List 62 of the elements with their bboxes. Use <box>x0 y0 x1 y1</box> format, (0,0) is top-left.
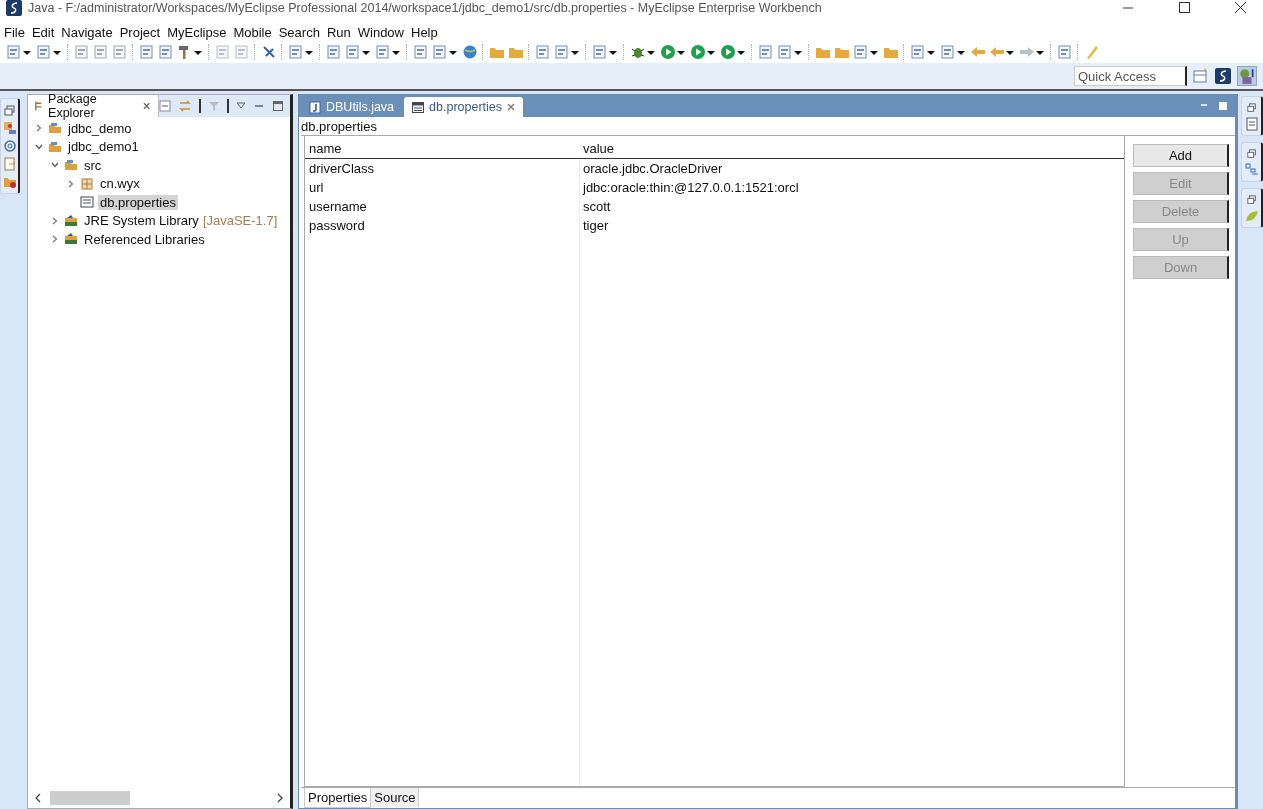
link-editor-icon[interactable] <box>178 99 192 113</box>
editor-title: db.properties <box>301 119 378 135</box>
tree-item[interactable]: src <box>82 157 104 173</box>
globe-icon[interactable] <box>462 44 478 60</box>
menu-item[interactable]: Project <box>117 24 166 40</box>
tree-item[interactable]: jdbc_demo1 <box>66 139 141 155</box>
folder-icon[interactable] <box>2 175 17 189</box>
view-menu-icon[interactable] <box>236 101 246 111</box>
restore-icon[interactable] <box>1246 195 1257 205</box>
tree-item[interactable]: cn.wyx <box>98 176 142 192</box>
table-file-icon <box>412 101 425 113</box>
table-cell-text: tiger <box>582 218 609 233</box>
table-cell-text: scott <box>582 199 611 214</box>
editor-page-tab[interactable]: Source <box>371 788 420 807</box>
myeclipse-perspective-icon[interactable] <box>1215 68 1231 84</box>
editor-page-tab[interactable]: Properties <box>304 788 372 808</box>
table-cell-text: username <box>308 199 368 214</box>
folder-icon <box>48 140 62 153</box>
menu-item[interactable]: Mobile <box>231 24 277 40</box>
menu-item[interactable]: Search <box>276 24 325 40</box>
tree-item[interactable]: Referenced Libraries <box>82 231 207 247</box>
brush-icon[interactable] <box>1084 44 1100 60</box>
books-icon <box>64 214 78 227</box>
folder-icon <box>64 159 78 172</box>
arrow-left-icon[interactable] <box>970 44 986 60</box>
menu-item[interactable]: Navigate <box>59 24 118 40</box>
file-icon <box>80 196 94 209</box>
quick-access-field[interactable]: Quick Access <box>1074 66 1187 86</box>
menu-item[interactable]: File <box>2 24 30 40</box>
menu-item[interactable]: Help <box>409 24 443 40</box>
restore-icon[interactable] <box>1246 149 1257 159</box>
table-cell-text: oracle.jdbc.OracleDriver <box>582 161 723 176</box>
table-cell-text: driverClass <box>308 161 375 176</box>
folder-icon <box>48 122 62 135</box>
books-icon <box>64 233 78 246</box>
action-button[interactable]: Add <box>1133 144 1229 167</box>
menu-item[interactable]: Run <box>324 24 356 40</box>
menu-item[interactable]: Window <box>355 24 409 40</box>
menu-item[interactable]: MyEclipse <box>165 24 232 40</box>
column-header[interactable]: value <box>579 140 615 156</box>
restore-icon[interactable] <box>3 105 16 117</box>
collapse-all-icon[interactable] <box>159 100 171 112</box>
column-header[interactable]: name <box>305 140 579 156</box>
table-cell-text: password <box>308 218 366 233</box>
tree-item[interactable]: db.properties <box>98 194 178 210</box>
window-title: Java - F:/administrator/Workspaces/MyEclipse Professional 2014/workspace1/jdbc_demo1/src/db.properties - MyEclipse Enterprise Workbench <box>28 0 822 15</box>
editor-tab[interactable]: db.properties <box>404 97 524 117</box>
view-tab[interactable]: Package Explorer <box>48 92 138 120</box>
close-icon[interactable] <box>142 102 150 110</box>
scrollbar-thumb[interactable] <box>50 791 130 805</box>
open-perspective-icon[interactable] <box>1193 68 1209 84</box>
tree-item[interactable]: jdbc_demo <box>66 120 134 136</box>
document-icon[interactable] <box>2 157 17 171</box>
outline-icon[interactable] <box>1244 163 1259 177</box>
table-cell-text: jdbc:oracle:thin:@127.0.0.1:1521:orcl <box>581 180 799 195</box>
document-icon[interactable] <box>1244 117 1259 131</box>
menu-item[interactable]: Edit <box>29 24 60 40</box>
table-cell-text: url <box>308 180 325 195</box>
tree-item-decoration: [JavaSE-1.7] <box>202 213 278 229</box>
tree-item[interactable]: JRE System Library <box>82 213 201 229</box>
restore-icon[interactable] <box>1246 103 1257 113</box>
java-file-icon <box>309 100 321 114</box>
